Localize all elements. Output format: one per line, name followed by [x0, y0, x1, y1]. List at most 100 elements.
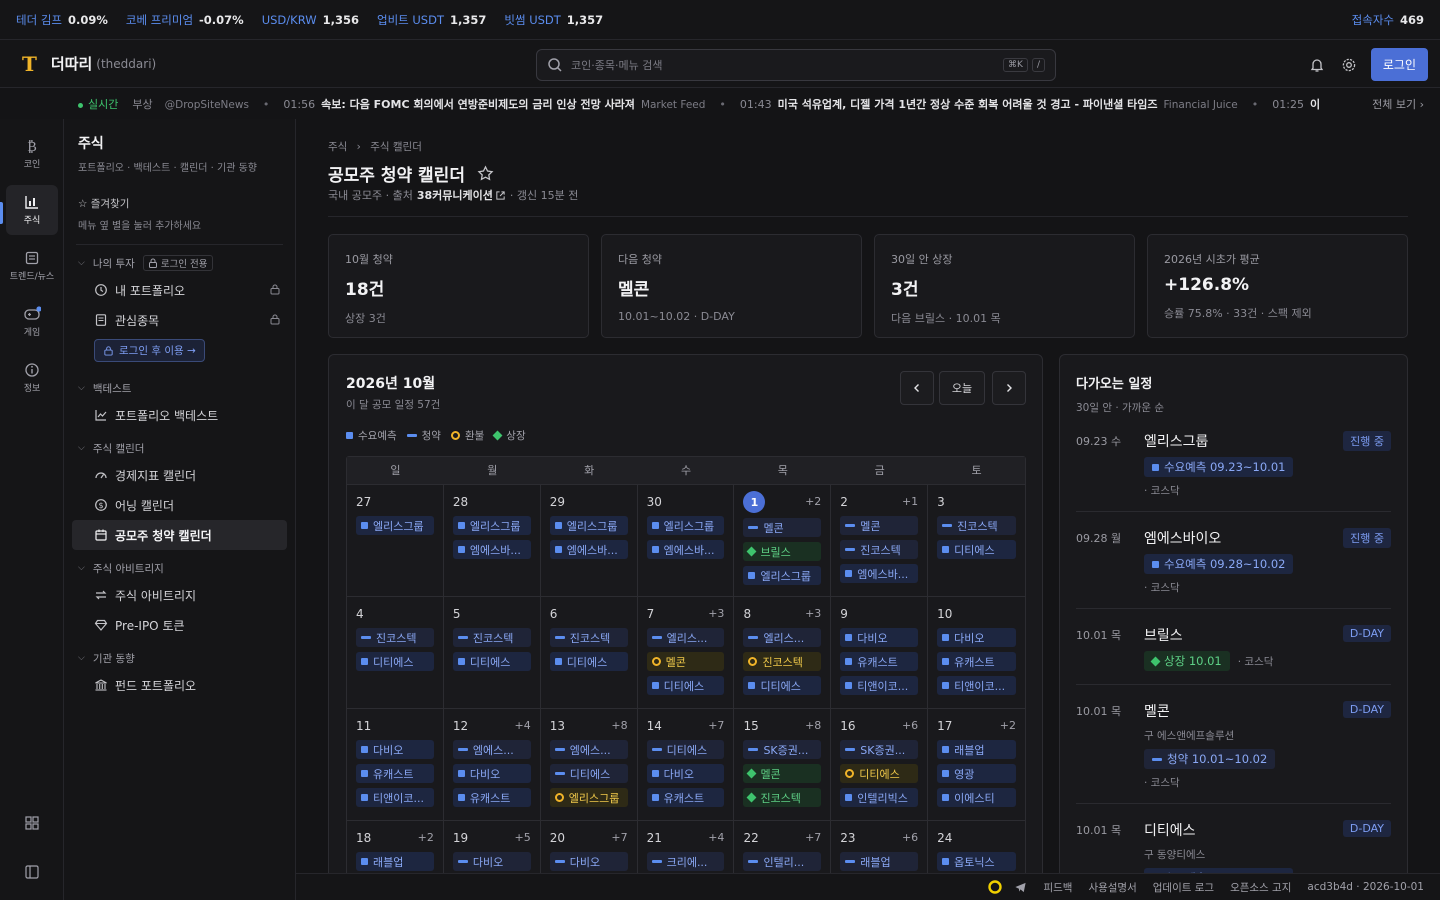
- calendar-event-forecast[interactable]: 이에스티: [937, 788, 1017, 807]
- calendar-event-refund[interactable]: 진코스텍: [743, 652, 822, 671]
- calendar-event-sub[interactable]: 인텔리...: [743, 852, 822, 871]
- footer-link-changelog[interactable]: 업데이트 로그: [1153, 880, 1214, 895]
- footer-link-manual[interactable]: 사용설명서: [1088, 880, 1136, 895]
- calendar-event-forecast[interactable]: 디티에스: [452, 652, 531, 671]
- calendar-event-forecast[interactable]: 인텔리빅스: [840, 788, 919, 807]
- ticker-item[interactable]: 빗썸 USDT 1,357: [504, 12, 603, 28]
- calendar-event-forecast[interactable]: 유캐스트: [937, 652, 1017, 671]
- star-icon[interactable]: [477, 165, 494, 182]
- calendar-day-cell[interactable]: 12 +4 엠에스... 다비오 유캐스트: [444, 709, 541, 820]
- notification-button[interactable]: [1301, 49, 1333, 81]
- calendar-event-sub[interactable]: SK증권...: [840, 740, 919, 759]
- calendar-event-sub[interactable]: 엠에스...: [549, 740, 628, 759]
- calendar-event-forecast[interactable]: 엘리스그룹: [452, 516, 531, 535]
- more-events-link[interactable]: +7: [805, 831, 821, 844]
- telegram-icon[interactable]: [1014, 881, 1027, 894]
- calendar-event-forecast[interactable]: 디티에스: [743, 676, 822, 695]
- ticker-item[interactable]: 테더 김프 0.09%: [16, 12, 108, 28]
- calendar-event-forecast[interactable]: 엠에스바...: [549, 540, 628, 559]
- sidebar-item-fund-portfolio[interactable]: 펀드 포트폴리오: [72, 670, 287, 700]
- calendar-event-sub[interactable]: 진코스텍: [937, 516, 1017, 535]
- calendar-day-cell[interactable]: 24 옵토닉스: [928, 821, 1025, 873]
- news-item[interactable]: 01:43 미국 석유업계, 디젤 가격 1년간 정상 수준 회복 어려울 것 경…: [740, 96, 1238, 112]
- settings-button[interactable]: [1333, 49, 1365, 81]
- more-events-link[interactable]: +5: [515, 831, 531, 844]
- footer-link-feedback[interactable]: 피드백: [1043, 880, 1072, 895]
- kakao-icon[interactable]: [988, 880, 1003, 894]
- calendar-event-list[interactable]: 브릴스: [743, 542, 822, 561]
- calendar-event-sub[interactable]: 래블업: [840, 852, 919, 871]
- calendar-event-forecast[interactable]: 다비오: [646, 764, 725, 783]
- calendar-day-cell[interactable]: 11 다비오 유캐스트 티앤이코...: [347, 709, 444, 820]
- calendar-day-cell[interactable]: 1 +2 멜콘 브릴스 엘리스그룹: [734, 485, 832, 596]
- sidebar-item-earnings-calendar[interactable]: $ 어닝 캘린더: [72, 490, 287, 520]
- calendar-day-cell[interactable]: 9 다비오 유캐스트 티앤이코...: [831, 597, 929, 708]
- sidebar-item-ipo-calendar[interactable]: 공모주 청약 캘린더: [72, 520, 287, 550]
- sidebar-item-economic-calendar[interactable]: 경제지표 캘린더: [72, 460, 287, 490]
- ticker-item[interactable]: 코베 프리미엄 -0.07%: [126, 12, 244, 28]
- upcoming-item[interactable]: 09.28 월 엠에스바이오 진행 중 수요예측 09.28~10.02 · 코스닥: [1076, 512, 1391, 609]
- calendar-event-refund[interactable]: 멜콘: [646, 652, 725, 671]
- collapse-sidebar-button[interactable]: [6, 857, 58, 887]
- calendar-event-forecast[interactable]: 디티에스: [646, 676, 725, 695]
- more-events-link[interactable]: +3: [805, 607, 821, 620]
- calendar-event-sub[interactable]: 진코스텍: [840, 540, 919, 559]
- apps-button[interactable]: [6, 808, 58, 838]
- calendar-event-sub[interactable]: 엘리스...: [646, 628, 725, 647]
- calendar-event-forecast[interactable]: 엠에스바...: [646, 540, 725, 559]
- calendar-event-forecast[interactable]: 디티에스: [549, 652, 628, 671]
- calendar-event-forecast[interactable]: 다비오: [356, 740, 434, 759]
- sidebar-item-pre-ipo-token[interactable]: Pre-IPO 토큰: [72, 610, 287, 640]
- more-events-link[interactable]: +7: [611, 831, 627, 844]
- sidebar-item-stock-arbitrage[interactable]: 주식 아비트리지: [72, 580, 287, 610]
- calendar-event-forecast[interactable]: 티앤이코...: [356, 788, 434, 807]
- calendar-event-sub[interactable]: 다비오: [452, 852, 531, 871]
- rail-item-stock[interactable]: 주식: [6, 185, 58, 235]
- logo-icon[interactable]: T: [22, 52, 37, 76]
- next-month-button[interactable]: [992, 371, 1026, 405]
- more-events-link[interactable]: +1: [902, 495, 918, 508]
- news-item[interactable]: 01:25 이: [1272, 96, 1326, 112]
- more-events-link[interactable]: +2: [1000, 719, 1016, 732]
- calendar-event-forecast[interactable]: 엘리스그룹: [743, 566, 822, 585]
- calendar-event-forecast[interactable]: 엘리스그룹: [356, 516, 434, 535]
- more-events-link[interactable]: +4: [515, 719, 531, 732]
- more-events-link[interactable]: +7: [708, 719, 724, 732]
- calendar-event-forecast[interactable]: 디티에스: [937, 540, 1017, 559]
- external-link-icon[interactable]: [495, 190, 506, 201]
- calendar-event-forecast[interactable]: 유캐스트: [840, 652, 919, 671]
- prev-month-button[interactable]: [900, 371, 934, 405]
- calendar-event-sub[interactable]: 멜콘: [840, 516, 919, 535]
- calendar-event-sub[interactable]: 디티에스: [646, 740, 725, 759]
- rail-item-info[interactable]: 정보: [6, 353, 58, 403]
- calendar-event-sub[interactable]: 디티에스: [549, 764, 628, 783]
- calendar-event-list[interactable]: 진코스텍: [743, 788, 822, 807]
- ticker-item[interactable]: 업비트 USDT 1,357: [377, 12, 486, 28]
- rail-item-coin[interactable]: ₿ 코인: [6, 129, 58, 179]
- sidebar-item-watchlist[interactable]: 관심종목: [72, 305, 287, 335]
- calendar-event-forecast[interactable]: 다비오: [452, 764, 531, 783]
- calendar-event-forecast[interactable]: 티앤이코...: [840, 676, 919, 695]
- calendar-event-forecast[interactable]: 유캐스트: [646, 788, 725, 807]
- brand-name[interactable]: 더따리: [51, 53, 92, 74]
- calendar-event-forecast[interactable]: 다비오: [937, 628, 1017, 647]
- calendar-day-cell[interactable]: 27 엘리스그룹: [347, 485, 444, 596]
- calendar-event-forecast[interactable]: 엠에스바...: [840, 564, 919, 583]
- calendar-event-sub[interactable]: 진코스텍: [356, 628, 434, 647]
- upcoming-item[interactable]: 09.23 수 엘리스그룹 진행 중 수요예측 09.23~10.01 · 코스닥: [1076, 415, 1391, 512]
- upcoming-item[interactable]: 10.01 목 멜콘 D-DAY 구 에스앤에프솔루션 청약 10.01~10.02 · …: [1076, 685, 1391, 804]
- news-item[interactable]: 부상 @DropSiteNews: [132, 96, 249, 112]
- calendar-event-list[interactable]: 멜콘: [743, 764, 822, 783]
- calendar-event-forecast[interactable]: 유캐스트: [452, 788, 531, 807]
- calendar-day-cell[interactable]: 20 +7 다비오: [541, 821, 638, 873]
- today-button[interactable]: 오늘: [939, 371, 985, 405]
- calendar-event-sub[interactable]: 다비오: [549, 852, 628, 871]
- group-stock-calendar[interactable]: ⌵ 주식 캘린더: [72, 436, 287, 460]
- breadcrumb-item[interactable]: 주식: [328, 141, 347, 153]
- calendar-event-forecast[interactable]: 유캐스트: [356, 764, 434, 783]
- more-events-link[interactable]: +2: [418, 831, 434, 844]
- calendar-day-cell[interactable]: 16 +6 SK증권... 디티에스 인텔리빅스: [831, 709, 929, 820]
- calendar-day-cell[interactable]: 18 +2 래블업: [347, 821, 444, 873]
- calendar-event-forecast[interactable]: 티앤이코...: [937, 676, 1017, 695]
- sidebar-item-my-portfolio[interactable]: 내 포트폴리오: [72, 275, 287, 305]
